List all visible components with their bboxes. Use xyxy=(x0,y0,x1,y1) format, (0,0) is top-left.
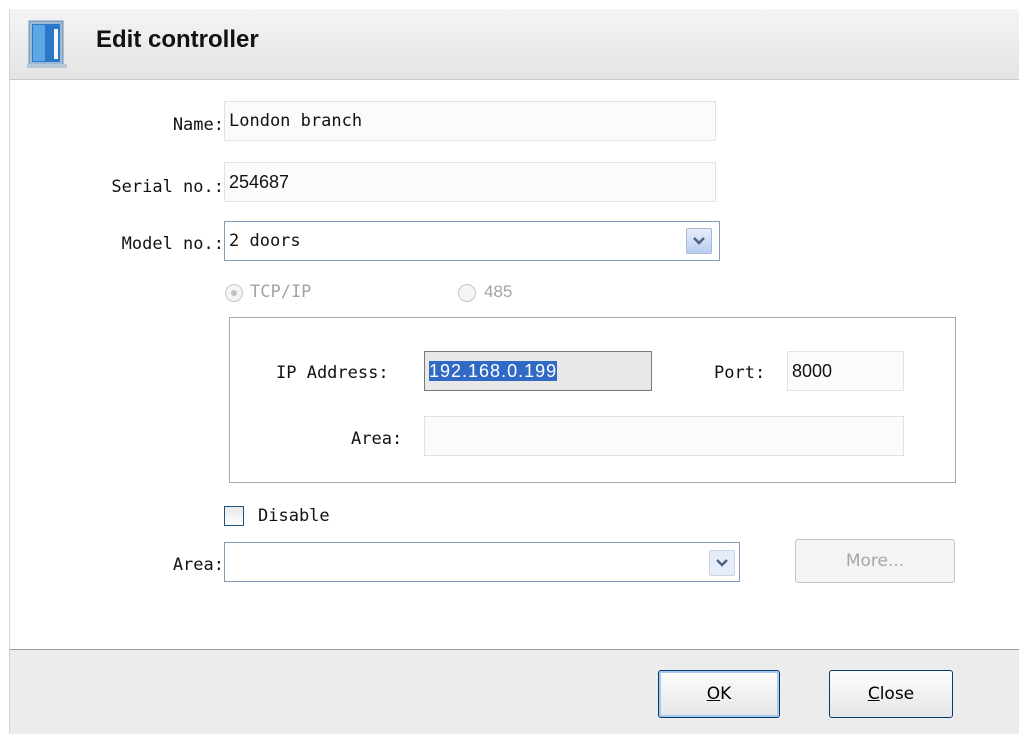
rs485-radio[interactable] xyxy=(458,284,476,302)
disable-label: Disable xyxy=(258,506,330,526)
disable-checkbox[interactable] xyxy=(224,506,244,526)
tcpip-radio-label: TCP/IP xyxy=(250,282,312,302)
serial-label: Serial no.: xyxy=(111,177,224,197)
port-label: Port: xyxy=(714,363,766,383)
area-label: Area: xyxy=(172,555,224,575)
ip-address-value: 192.168.0.199 xyxy=(429,361,558,381)
edit-controller-dialog: Edit controller Name: London branch Seri… xyxy=(9,9,1019,734)
more-button[interactable]: More... xyxy=(795,539,955,583)
model-dropdown-button[interactable] xyxy=(686,228,712,254)
connection-groupbox xyxy=(229,317,956,483)
dialog-title: Edit controller xyxy=(96,26,259,53)
ip-address-field[interactable]: 192.168.0.199 xyxy=(424,351,652,391)
area-select[interactable] xyxy=(224,542,740,582)
name-label: Name: xyxy=(172,115,224,135)
ok-mnemonic: O xyxy=(706,684,721,704)
rs485-radio-label: 485 xyxy=(484,282,513,301)
door-icon xyxy=(27,19,67,69)
inner-area-label: Area: xyxy=(351,429,403,449)
close-mnemonic: C xyxy=(867,684,880,704)
model-label: Model no.: xyxy=(121,234,224,254)
ok-label-rest: K xyxy=(720,684,732,704)
close-label-rest: lose xyxy=(879,684,915,704)
ip-address-label: IP Address: xyxy=(276,363,389,383)
name-field[interactable]: London branch xyxy=(224,101,716,141)
close-button[interactable]: Close xyxy=(829,670,953,718)
inner-area-field[interactable] xyxy=(424,416,904,456)
ok-button[interactable]: OK xyxy=(658,670,780,718)
model-select[interactable]: 2 doors xyxy=(224,221,720,261)
port-field[interactable]: 8000 xyxy=(787,351,904,391)
chevron-down-icon xyxy=(716,559,728,567)
dialog-title-bar: Edit controller xyxy=(10,9,1019,80)
tcpip-radio[interactable] xyxy=(225,284,243,302)
serial-number-field[interactable]: 254687 xyxy=(224,162,716,202)
area-dropdown-button[interactable] xyxy=(709,550,735,576)
chevron-down-icon xyxy=(693,237,705,245)
